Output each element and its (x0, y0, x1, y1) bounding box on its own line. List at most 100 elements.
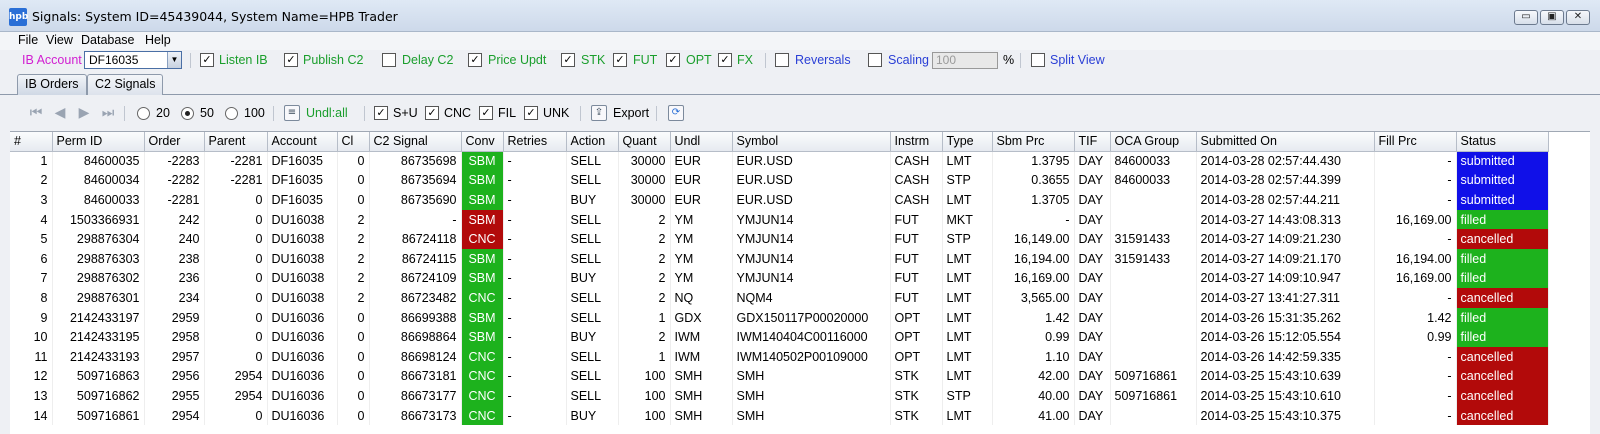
cell-retries: - (503, 288, 567, 308)
table-row[interactable]: 10 2142433195 2958 0 DU16036 0 86698864 SBM - BUY… (10, 327, 1549, 347)
table-row[interactable]: 8 298876301 234 0 DU16038 2 86723482 CNC - SELL 2 N… (10, 288, 1549, 308)
cell-cl: 2 (337, 229, 370, 249)
cell-account: DU16036 (267, 346, 338, 367)
table-body: 1 84600035 -2283 -2281 DF16035 0 86735698 SBM - S… (10, 151, 1549, 426)
tab-c2-signals[interactable]: C2 Signals (87, 74, 164, 95)
cell-submitted-on: 2014-03-28 02:57:44.211 (1196, 190, 1375, 210)
export-button[interactable]: Export (613, 106, 649, 120)
reversals-checkbox[interactable] (775, 53, 789, 67)
opt-checkbox[interactable]: ✓ (666, 53, 680, 67)
cell-parent: -2281 (204, 170, 268, 191)
column-header-retries[interactable]: Retries (503, 132, 567, 152)
table-row[interactable]: 1 84600035 -2283 -2281 DF16035 0 86735698 SBM - S… (10, 151, 1549, 171)
unk-checkbox[interactable]: ✓ (524, 106, 538, 120)
last-page-icon[interactable]: ⏭ (100, 105, 116, 121)
table-row[interactable]: 7 298876302 236 0 DU16038 2 86724109 SBM - BUY 2 YM… (10, 268, 1549, 289)
cell-symbol: SMH (732, 386, 891, 406)
column-header-status[interactable]: Status (1456, 132, 1549, 152)
menu-database[interactable]: Database (81, 33, 135, 47)
cnc-checkbox[interactable]: ✓ (425, 106, 439, 120)
listen-ib-checkbox[interactable]: ✓ (200, 53, 214, 67)
cell-instrm: STK (890, 366, 943, 387)
export-icon[interactable]: ⇪ (591, 105, 607, 121)
cell-symbol: EUR.USD (732, 190, 891, 210)
table-row[interactable]: 13 509716862 2955 2954 DU16036 0 86673177 CNC - S… (10, 386, 1549, 406)
refresh-icon[interactable]: ⟳ (668, 105, 684, 121)
column-header-row-number[interactable]: # (10, 132, 53, 152)
table-row[interactable]: 14 509716861 2954 0 DU16036 0 86673173 CNC - BUY 1… (10, 405, 1549, 426)
cell-tif: DAY (1074, 288, 1111, 308)
table-row[interactable]: 6 298876303 238 0 DU16038 2 86724115 SBM - SELL 2 Y… (10, 248, 1549, 269)
column-header-sbm-prc[interactable]: Sbm Prc (992, 132, 1075, 152)
fut-checkbox[interactable]: ✓ (613, 53, 627, 67)
su-checkbox[interactable]: ✓ (374, 106, 388, 120)
stk-label: STK (581, 53, 606, 67)
fut-label: FUT (633, 53, 658, 67)
tab-ib-orders[interactable]: IB Orders (17, 74, 87, 95)
cell-action: SELL (566, 386, 619, 406)
cell-submitted-on: 2014-03-25 15:43:10.375 (1196, 405, 1375, 426)
first-page-icon[interactable]: ⏮ (28, 105, 44, 121)
split-view-checkbox[interactable] (1031, 53, 1045, 67)
cell-c2-signal: 86673173 (369, 405, 462, 426)
cell-type: LMT (942, 190, 993, 210)
cell-action: SELL (566, 229, 619, 249)
table-row[interactable]: 12 509716863 2956 2954 DU16036 0 86673181 CNC - S… (10, 366, 1549, 387)
column-header-type[interactable]: Type (942, 132, 993, 152)
scaling-checkbox[interactable] (868, 53, 882, 67)
column-header-submitted-on[interactable]: Submitted On (1196, 132, 1375, 152)
cell-instrm: STK (890, 405, 943, 426)
delay-c2-checkbox[interactable] (382, 53, 396, 67)
column-header-action[interactable]: Action (566, 132, 619, 152)
underlying-filter-link[interactable]: Undl:all (306, 106, 348, 120)
cell-quant: 30000 (618, 151, 671, 171)
menu-file[interactable]: File (18, 33, 38, 47)
column-header-c2-signal[interactable]: C2 Signal (369, 132, 462, 152)
publish-c2-checkbox[interactable]: ✓ (284, 53, 298, 67)
column-header-quant[interactable]: Quant (618, 132, 671, 152)
maximize-button[interactable]: ▣ (1540, 10, 1564, 25)
column-header-parent[interactable]: Parent (204, 132, 268, 152)
table-row[interactable]: 2 84600034 -2282 -2281 DF16035 0 86735694 SBM - S… (10, 170, 1549, 191)
filter-icon[interactable]: ≡ (284, 105, 300, 121)
column-header-account[interactable]: Account (267, 132, 338, 152)
menu-view[interactable]: View (46, 33, 73, 47)
fil-checkbox[interactable]: ✓ (479, 106, 493, 120)
close-button[interactable]: ✕ (1566, 10, 1590, 25)
table-row[interactable]: 4 1503366931 242 0 DU16038 2- SBM - SELL 2 YM YMJUN… (10, 209, 1549, 230)
cell-fill-prc: - (1374, 288, 1457, 308)
cell-order: 236 (144, 268, 205, 289)
page-size-20-radio[interactable] (137, 107, 150, 120)
column-header-fill-prc[interactable]: Fill Prc (1374, 132, 1457, 152)
table-row[interactable]: 11 2142433193 2957 0 DU16036 0 86698124 CNC - SEL… (10, 346, 1549, 367)
column-header-order[interactable]: Order (144, 132, 205, 152)
column-header-undl[interactable]: Undl (670, 132, 733, 152)
table-row[interactable]: 5 298876304 240 0 DU16038 2 86724118 CNC - SELL 2 Y… (10, 229, 1549, 249)
page-size-100-radio[interactable] (225, 107, 238, 120)
fx-checkbox[interactable]: ✓ (718, 53, 732, 67)
column-header-tif[interactable]: TIF (1074, 132, 1111, 152)
cell-oca-group (1110, 209, 1197, 230)
cell-sbm-prc: 16,149.00 (992, 229, 1075, 249)
cell-oca-group (1110, 327, 1197, 347)
price-updt-checkbox[interactable]: ✓ (468, 53, 482, 67)
column-header-symbol[interactable]: Symbol (732, 132, 891, 152)
menu-help[interactable]: Help (145, 33, 171, 47)
title-bar[interactable]: hpb Signals: System ID=45439044, System … (0, 0, 1600, 32)
stk-checkbox[interactable]: ✓ (561, 53, 575, 67)
column-header-cl[interactable]: Cl (337, 132, 370, 152)
column-header-conv[interactable]: Conv (461, 132, 504, 152)
column-header-instrm[interactable]: Instrm (890, 132, 943, 152)
column-header-oca-group[interactable]: OCA Group (1110, 132, 1197, 152)
cell-quant: 100 (618, 386, 671, 406)
chevron-down-icon[interactable]: ▼ (167, 52, 181, 68)
ib-account-select[interactable]: DF16035 ▼ (84, 51, 182, 69)
scaling-input[interactable]: 100 (932, 52, 998, 69)
page-size-50-radio[interactable] (181, 107, 194, 120)
table-row[interactable]: 9 2142433197 2959 0 DU16036 0 86699388 SBM - SELL… (10, 307, 1549, 328)
column-header-perm-id[interactable]: Perm ID (52, 132, 145, 152)
table-row[interactable]: 3 84600033 -2281 0 DF16035 0 86735690 SBM - BUY 30… (10, 190, 1549, 210)
minimize-button[interactable]: ▭ (1514, 10, 1538, 25)
prev-page-icon[interactable]: ◀ (52, 105, 68, 121)
next-page-icon[interactable]: ▶ (76, 105, 92, 121)
